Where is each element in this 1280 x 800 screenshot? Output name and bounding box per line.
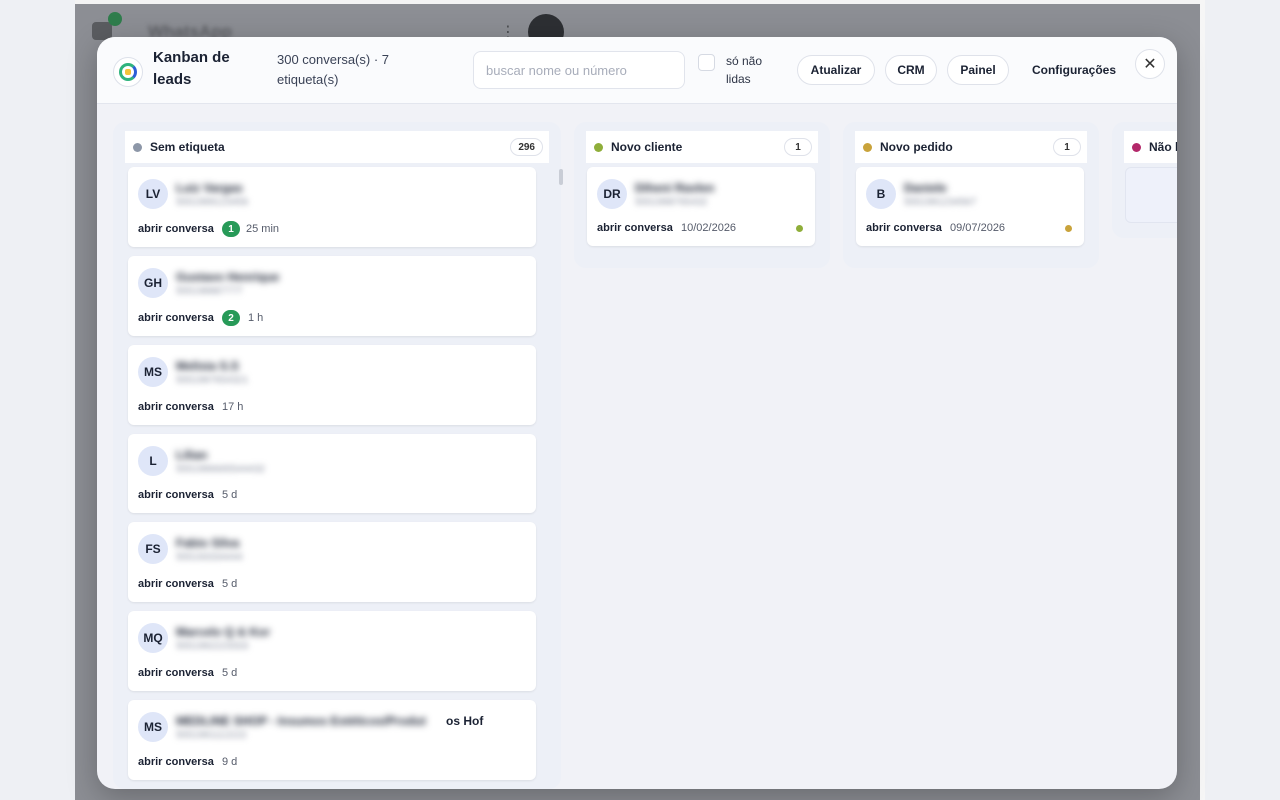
column-color-dot-icon [1132,142,1141,152]
unread-count-badge: 1 [222,221,240,237]
column-nao-lidas: Não l [1112,122,1177,238]
lead-name: Melisia S.S [176,359,239,373]
last-message-time: 9 d [222,756,238,768]
kanban-logo-icon [113,57,143,87]
settings-button[interactable]: Configurações [1021,55,1127,85]
last-message-time: 17 h [222,401,244,413]
lead-phone: 5551998765432 [635,197,708,208]
lead-card[interactable]: MS Melisia S.S 5551997654321 abrir conve… [128,345,536,425]
last-message-time: 1 h [248,312,264,324]
column-color-dot-icon [594,142,603,152]
search-input[interactable] [473,51,685,89]
open-conversation-link[interactable]: abrir conversa [138,312,214,324]
lead-name: Diheni Ravlen [635,181,715,195]
avatar: DR [597,179,627,209]
open-conversation-link[interactable]: abrir conversa [138,401,214,413]
column-title: Não l [1149,140,1177,154]
lead-card[interactable]: B Daniele 5551991234567 abrir conversa 0… [856,167,1084,246]
lead-card[interactable]: DR Diheni Ravlen 5551998765432 abrir con… [587,167,815,246]
column-header: Novo pedido 1 [855,131,1087,163]
avatar: MS [138,357,168,387]
open-conversation-link[interactable]: abrir conversa [597,222,673,234]
column-novo-cliente: Novo cliente 1 DR Diheni Ravlen 55519987… [574,122,830,268]
lead-phone: 5551991112222 [176,730,247,741]
column-header: Novo cliente 1 [586,131,818,163]
kanban-board: Sem etiqueta 296 LV Luiz Vargas 55519991… [97,105,1177,789]
lead-name: Lilian [176,448,208,462]
lead-card[interactable]: L Lilian 5551996665544432 abrir conversa… [128,434,536,513]
lead-name-suffix: os Hof [446,714,484,728]
lead-name: Gustavo Henrique [176,270,280,284]
status-dot-icon [796,225,803,232]
avatar: B [866,179,896,209]
open-conversation-link[interactable]: abrir conversa [138,578,214,590]
column-color-dot-icon [863,142,872,152]
column-title: Novo pedido [880,140,953,154]
open-conversation-link[interactable]: abrir conversa [138,223,214,235]
last-message-time: 25 min [246,223,280,235]
lead-phone: 555198887777 [176,286,243,297]
open-conversation-link[interactable]: abrir conversa [138,756,214,768]
last-message-time: 5 d [222,667,238,679]
lead-phone: 5551997654321 [176,375,249,386]
notification-badge-icon [108,12,122,26]
panel-button[interactable]: Painel [947,55,1009,85]
avatar: FS [138,534,168,564]
lead-name: Daniele [904,181,947,195]
column-sem-etiqueta: Sem etiqueta 296 LV Luiz Vargas 55519991… [113,122,563,789]
avatar: L [138,446,168,476]
lead-phone: 5551996665544432 [176,464,265,475]
lead-name: Luiz Vargas [176,181,243,195]
last-message-time: 5 d [222,489,238,501]
open-conversation-link[interactable]: abrir conversa [138,489,214,501]
conversation-summary: 300 conversa(s) · 7 etiqueta(s) [277,52,389,87]
column-count-badge: 1 [784,138,812,156]
lead-card[interactable]: LV Luiz Vargas 5551999123456 abrir conve… [128,167,536,247]
avatar: MS [138,712,168,742]
column-title: Sem etiqueta [150,140,225,154]
unread-count-badge: 2 [222,310,240,326]
column-title: Novo cliente [611,140,683,154]
column-color-dot-icon [133,142,142,152]
lead-phone: 5551992223333 [176,641,249,652]
column-header: Sem etiqueta 296 [125,131,549,163]
lead-name: Marcelo Q & Kor [176,625,271,639]
status-dot-icon [1065,225,1072,232]
open-conversation-link[interactable]: abrir conversa [866,222,942,234]
lead-name: Fabio Silva [176,536,240,550]
unread-only-checkbox[interactable] [698,54,715,71]
crm-button[interactable]: CRM [885,55,937,85]
lead-phone: 555193334444 [176,552,243,563]
lead-card[interactable]: MQ Marcelo Q & Kor 5551992223333 abrir c… [128,611,536,691]
lead-phone: 5551991234567 [904,197,977,208]
column-count-badge: 296 [510,138,543,156]
last-message-time: 5 d [222,578,238,590]
avatar: MQ [138,623,168,653]
last-message-time: 09/07/2026 [950,222,1006,234]
close-icon[interactable]: ✕ [1135,49,1165,79]
desktop-background-left [0,0,75,800]
lead-name: MEDLINE SHOP - Insumos Estéticos/Produt [176,714,426,728]
refresh-button[interactable]: Atualizar [797,55,875,85]
lead-card[interactable]: GH Gustavo Henrique 555198887777 abrir c… [128,256,536,336]
unread-only-label[interactable]: só não lidas [726,52,778,88]
column-count-badge: 1 [1053,138,1081,156]
avatar: GH [138,268,168,298]
last-message-time: 10/02/2026 [681,222,737,234]
empty-column-slot [1125,167,1177,223]
lead-card[interactable]: MS MEDLINE SHOP - Insumos Estéticos/Prod… [128,700,536,780]
lead-phone: 5551999123456 [176,197,249,208]
column-header: Não l [1124,131,1177,163]
lead-card[interactable]: FS Fabio Silva 555193334444 abrir conver… [128,522,536,602]
kanban-modal: Kanban de leads 300 conversa(s) · 7 etiq… [97,37,1177,789]
desktop-background-right [1205,0,1280,800]
modal-header: Kanban de leads 300 conversa(s) · 7 etiq… [97,37,1177,104]
avatar: LV [138,179,168,209]
column-novo-pedido: Novo pedido 1 B Daniele 5551991234567 ab… [843,122,1099,268]
column-scrollbar[interactable] [559,169,563,185]
whatsapp-top-strip [75,0,1205,4]
open-conversation-link[interactable]: abrir conversa [138,667,214,679]
modal-title: Kanban de leads [153,49,230,88]
